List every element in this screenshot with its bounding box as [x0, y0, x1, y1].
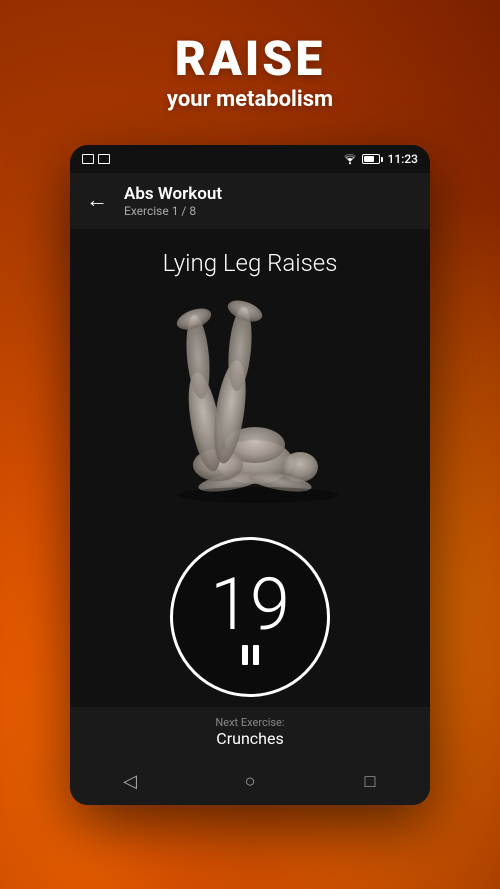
toolbar: ← Abs Workout Exercise 1 / 8	[70, 173, 430, 229]
nav-back-button[interactable]: ◁	[100, 757, 160, 805]
main-content: Lying Leg Raises	[70, 229, 430, 707]
status-right-icons: 11:23	[343, 152, 418, 166]
timer-circle[interactable]: 19	[170, 537, 330, 697]
calendar-icon	[98, 154, 110, 164]
status-bar: 11:23	[70, 145, 430, 173]
nav-recent-button[interactable]: □	[340, 757, 400, 805]
wifi-icon	[343, 153, 357, 165]
header-section: RAISE your metabolism	[0, 30, 500, 112]
timer-number: 19	[210, 569, 290, 641]
nav-home-button[interactable]: ○	[220, 757, 280, 805]
pause-bar-left	[242, 645, 248, 665]
toolbar-subtitle: Exercise 1 / 8	[124, 204, 222, 218]
pause-bar-right	[253, 645, 259, 665]
status-left-icons	[82, 154, 110, 164]
next-exercise-name: Crunches	[216, 729, 283, 748]
back-button[interactable]: ←	[86, 190, 108, 212]
battery-icon	[362, 154, 383, 164]
status-time: 11:23	[388, 152, 418, 166]
toolbar-title: Abs Workout	[124, 184, 222, 204]
toolbar-info: Abs Workout Exercise 1 / 8	[124, 184, 222, 218]
header-raise-text: RAISE	[0, 30, 500, 87]
figure-area: 19	[70, 277, 430, 707]
pause-button[interactable]	[242, 645, 259, 665]
notification-icon	[82, 154, 94, 164]
exercise-figure	[110, 277, 390, 547]
next-exercise-section: Next Exercise: Crunches	[70, 707, 430, 757]
phone-frame: 11:23 ← Abs Workout Exercise 1 / 8 Lying…	[70, 145, 430, 805]
exercise-name: Lying Leg Raises	[163, 249, 338, 277]
header-subtitle: your metabolism	[0, 87, 500, 112]
next-exercise-label: Next Exercise:	[215, 716, 284, 729]
nav-bar: ◁ ○ □	[70, 757, 430, 805]
